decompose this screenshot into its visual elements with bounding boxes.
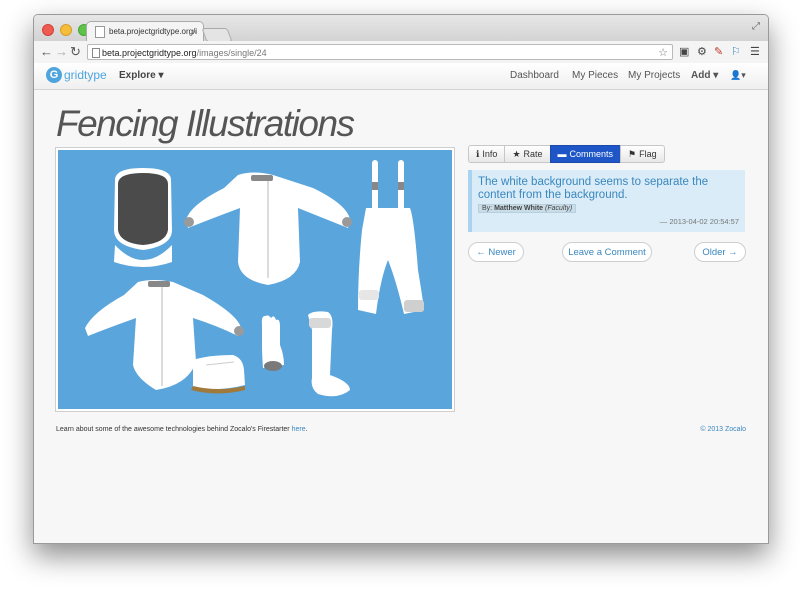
minimize-window-button[interactable] [60, 24, 72, 36]
tab-label: Comments [569, 149, 614, 159]
detail-tabs: ℹ Info ★ Rate ▬ Comments ⚑ Flag [468, 145, 665, 163]
footer-copyright[interactable]: © 2013 Zocalo [700, 426, 746, 433]
tab-strip: beta.projectgridtype.org/i × ⤢ [34, 15, 768, 42]
tab-comments[interactable]: ▬ Comments [549, 145, 622, 163]
url-host: beta.projectgridtype.org [102, 48, 197, 58]
comment-icon: ▬ [557, 149, 567, 159]
nav-my-pieces-link[interactable]: My Pieces [572, 70, 618, 81]
footer-note: Learn about some of the awesome technolo… [56, 426, 308, 433]
explore-dropdown[interactable]: Explore ▾ [119, 70, 163, 81]
page-favicon-icon [95, 25, 105, 38]
tab-flag[interactable]: ⚑ Flag [620, 145, 665, 163]
tab-title: beta.projectgridtype.org/i [109, 27, 198, 36]
tab-label: Rate [523, 149, 543, 159]
url-path: /images/single/24 [196, 48, 267, 58]
older-button[interactable]: Older → [694, 242, 746, 262]
menu-icon[interactable]: ☰ [750, 45, 760, 59]
gear-extension-icon[interactable]: ⚙ [697, 45, 707, 59]
forward-icon[interactable]: → [55, 44, 68, 60]
page-title: Fencing Illustrations [56, 103, 355, 144]
new-tab-button[interactable] [201, 28, 233, 42]
info-icon: ℹ [476, 148, 480, 159]
camera-extension-icon[interactable]: ▣ [679, 45, 689, 59]
browser-tab[interactable]: beta.projectgridtype.org/i × [86, 21, 204, 41]
tab-label: Info [482, 149, 498, 159]
tab-info[interactable]: ℹ Info [468, 145, 506, 163]
footer-here-link[interactable]: here [292, 426, 306, 433]
page-icon [92, 48, 100, 58]
tool-extension-icon[interactable]: ✎ [714, 45, 723, 59]
reload-icon[interactable]: ↻ [70, 44, 81, 60]
add-dropdown[interactable]: Add ▾ [691, 70, 718, 81]
close-window-button[interactable] [42, 24, 54, 36]
gridtype-logo[interactable]: G gridtype [46, 67, 107, 83]
user-menu-dropdown[interactable]: 👤▾ [730, 70, 746, 81]
leave-comment-button[interactable]: Leave a Comment [562, 242, 652, 262]
address-bar[interactable]: beta.projectgridtype.org/images/single/2… [87, 44, 673, 60]
footer-period: . [305, 426, 308, 433]
author-badge: By: Matthew White (Faculty) [478, 204, 577, 213]
browser-toolbar: ← → ↻ beta.projectgridtype.org/images/si… [34, 41, 768, 64]
comment-text: The white background seems to separate t… [478, 176, 709, 201]
nav-dashboard-link[interactable]: Dashboard [510, 70, 559, 81]
tab-rate[interactable]: ★ Rate [504, 145, 551, 163]
logo-mark: G [46, 67, 62, 83]
author-role: (Faculty) [545, 205, 573, 212]
bookmark-star-icon[interactable]: ☆ [658, 45, 668, 61]
comment-timestamp: — 2013-04-02 20:54:57 [659, 217, 739, 226]
by-label: By: [482, 205, 493, 212]
flag-icon: ⚑ [628, 148, 637, 159]
newer-button[interactable]: ← Newer [468, 242, 524, 262]
fencing-illustration [58, 150, 452, 409]
window-controls [42, 24, 90, 36]
flag-extension-icon[interactable]: ⚐ [731, 45, 741, 59]
author-name[interactable]: Matthew White [494, 205, 543, 212]
logo-text: gridtype [64, 68, 107, 82]
footer-text: Learn about some of the awesome technolo… [56, 426, 292, 433]
star-icon: ★ [512, 148, 521, 159]
comment-card: The white background seems to separate t… [468, 170, 745, 232]
fullscreen-icon[interactable]: ⤢ [752, 21, 760, 32]
artwork-image[interactable] [55, 147, 455, 412]
nav-my-projects-link[interactable]: My Projects [628, 70, 680, 81]
browser-window: beta.projectgridtype.org/i × ⤢ ← → ↻ bet… [33, 14, 769, 544]
tab-close-icon[interactable]: × [192, 27, 197, 37]
back-icon[interactable]: ← [40, 44, 53, 60]
tab-label: Flag [639, 149, 657, 159]
site-navbar: G gridtype Explore ▾ Dashboard My Pieces… [34, 63, 768, 90]
comment-byline: By: Matthew White (Faculty) [478, 204, 739, 213]
